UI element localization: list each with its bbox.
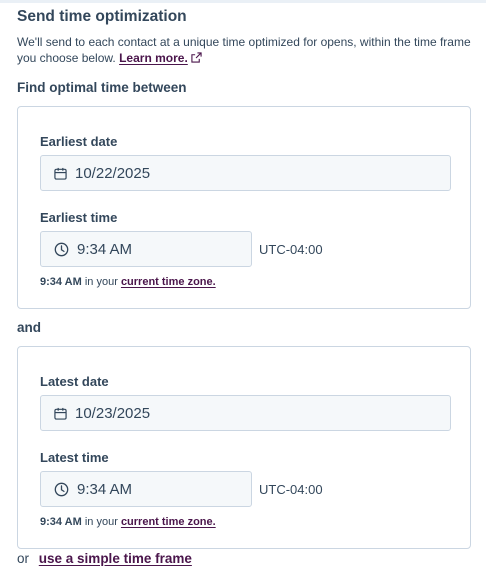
- alternative-option-row: or use a simple time frame: [17, 551, 192, 566]
- earliest-card: Earliest date 10/22/2025 Earliest time 9…: [17, 106, 471, 309]
- earliest-date-value: 10/22/2025: [75, 164, 151, 182]
- earliest-time-hint: 9:34 AM in your current time zone.: [40, 276, 216, 288]
- panel-title: Send time optimization: [17, 8, 187, 25]
- learn-more-link[interactable]: Learn more.: [119, 51, 202, 65]
- latest-timezone: UTC-04:00: [259, 482, 323, 497]
- external-link-icon: [191, 52, 202, 63]
- earliest-hint-time: 9:34 AM: [40, 276, 82, 288]
- latest-hint-text: in your: [84, 516, 118, 528]
- earliest-time-label: Earliest time: [40, 210, 118, 225]
- find-optimal-label: Find optimal time between: [17, 80, 187, 95]
- description-text: We'll send to each contact at a unique t…: [17, 35, 471, 65]
- earliest-hint-text: in your: [84, 276, 118, 288]
- send-time-optimization-panel: Send time optimization We'll send to eac…: [0, 0, 486, 579]
- top-divider: [0, 0, 486, 3]
- earliest-time-input[interactable]: 9:34 AM: [40, 231, 252, 267]
- and-label: and: [17, 320, 42, 335]
- latest-date-input[interactable]: 10/23/2025: [40, 395, 451, 431]
- latest-current-timezone-link[interactable]: current time zone.: [121, 516, 216, 528]
- latest-date-label: Latest date: [40, 374, 109, 389]
- latest-time-input[interactable]: 9:34 AM: [40, 471, 252, 507]
- calendar-icon: [54, 407, 67, 420]
- latest-hint-time: 9:34 AM: [40, 516, 82, 528]
- latest-time-hint: 9:34 AM in your current time zone.: [40, 516, 216, 528]
- calendar-icon: [54, 167, 67, 180]
- use-simple-time-frame-link[interactable]: use a simple time frame: [39, 551, 192, 566]
- earliest-time-value: 9:34 AM: [77, 240, 133, 258]
- clock-icon: [54, 242, 69, 256]
- or-text: or: [17, 551, 30, 566]
- clock-icon: [54, 482, 69, 496]
- earliest-current-timezone-link[interactable]: current time zone.: [121, 276, 216, 288]
- panel-description: We'll send to each contact at a unique t…: [17, 34, 479, 66]
- latest-time-value: 9:34 AM: [77, 480, 133, 498]
- earliest-date-label: Earliest date: [40, 134, 118, 149]
- learn-more-label: Learn more.: [119, 51, 188, 65]
- earliest-timezone: UTC-04:00: [259, 242, 323, 257]
- latest-time-label: Latest time: [40, 450, 109, 465]
- latest-date-value: 10/23/2025: [75, 404, 151, 422]
- earliest-date-input[interactable]: 10/22/2025: [40, 155, 451, 191]
- latest-card: Latest date 10/23/2025 Latest time 9:34 …: [17, 346, 471, 549]
